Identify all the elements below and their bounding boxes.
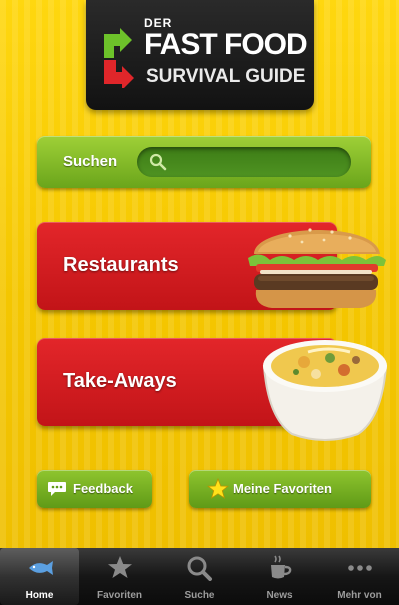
ellipsis-icon xyxy=(348,565,372,571)
tab-mehr-von[interactable]: Mehr von xyxy=(320,548,399,605)
tab-favoriten[interactable]: Favoriten xyxy=(80,548,159,605)
meine-favoriten-button[interactable]: Meine Favoriten xyxy=(189,470,371,508)
star-icon xyxy=(108,556,132,578)
search-icon xyxy=(149,153,167,171)
search-label: Suchen xyxy=(63,153,118,170)
tab-news[interactable]: News xyxy=(240,548,319,605)
logo-arrow-icon xyxy=(104,28,134,88)
app-logo: DER FAST FOOD SURVIVAL GUIDE xyxy=(86,0,314,110)
search-input[interactable] xyxy=(137,147,351,177)
burger-image xyxy=(248,228,386,308)
soup-bowl-image xyxy=(262,340,388,441)
tab-bar: Home Favoriten Suche News Mehr von xyxy=(0,548,399,605)
logo-fast-food: FAST FOOD xyxy=(144,28,308,61)
tab-news-label: News xyxy=(266,590,293,601)
tab-favoriten-label: Favoriten xyxy=(96,590,142,601)
tab-home-label: Home xyxy=(25,590,54,601)
tab-mehr-von-label: Mehr von xyxy=(337,590,382,601)
logo-survival-guide: SURVIVAL GUIDE xyxy=(146,66,306,87)
search-bar: Suchen xyxy=(37,136,371,188)
speech-bubble-icon xyxy=(48,482,66,496)
star-icon xyxy=(207,478,229,499)
restaurants-label: Restaurants xyxy=(63,254,179,276)
tab-suche-label: Suche xyxy=(184,590,215,601)
feedback-button[interactable]: Feedback xyxy=(37,470,152,508)
coffee-cup-icon xyxy=(271,555,292,579)
meine-favoriten-label: Meine Favoriten xyxy=(233,481,332,496)
feedback-label: Feedback xyxy=(73,481,133,496)
tab-home[interactable]: Home xyxy=(0,548,79,605)
take-aways-label: Take-Aways xyxy=(63,370,177,392)
fish-icon xyxy=(29,561,53,575)
search-icon xyxy=(187,556,212,581)
tab-suche[interactable]: Suche xyxy=(160,548,239,605)
